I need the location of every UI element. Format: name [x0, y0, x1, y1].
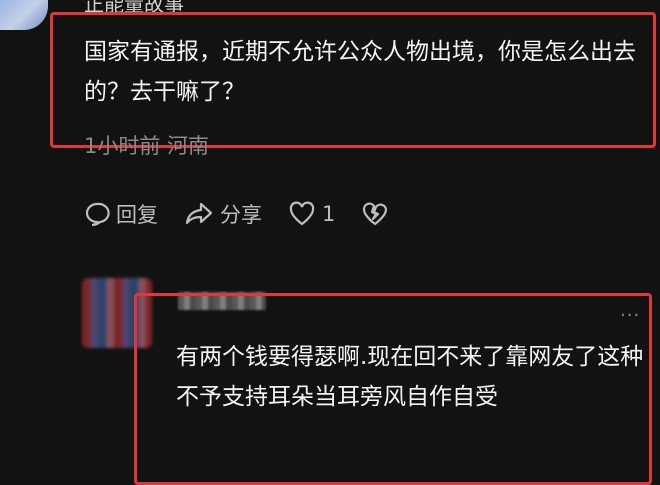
broken-heart-icon: [363, 202, 388, 226]
dislike-button[interactable]: [361, 201, 395, 227]
comment-meta: 1小时前 河南: [84, 134, 210, 158]
reply-text: 有两个钱要得瑟啊.现在回不来了靠网友了这种不予支持耳朵当耳旁风自作自受: [176, 344, 644, 410]
share-icon: [185, 202, 213, 225]
reply-button[interactable]: 回复: [84, 199, 158, 229]
reply-label: 回复: [116, 203, 158, 227]
comment-actions: 回复 分享 1: [84, 198, 421, 230]
like-count: 1: [322, 202, 336, 226]
share-button[interactable]: 分享: [184, 199, 262, 229]
heart-icon: [289, 201, 315, 226]
share-label: 分享: [220, 203, 262, 227]
comment-text: 国家有通报，近期不允许公众人物出境，你是怎么出去的？去干嘛了？: [84, 39, 636, 105]
like-button[interactable]: 1: [288, 201, 335, 227]
avatar[interactable]: [0, 0, 48, 30]
comment-icon: [85, 202, 110, 227]
